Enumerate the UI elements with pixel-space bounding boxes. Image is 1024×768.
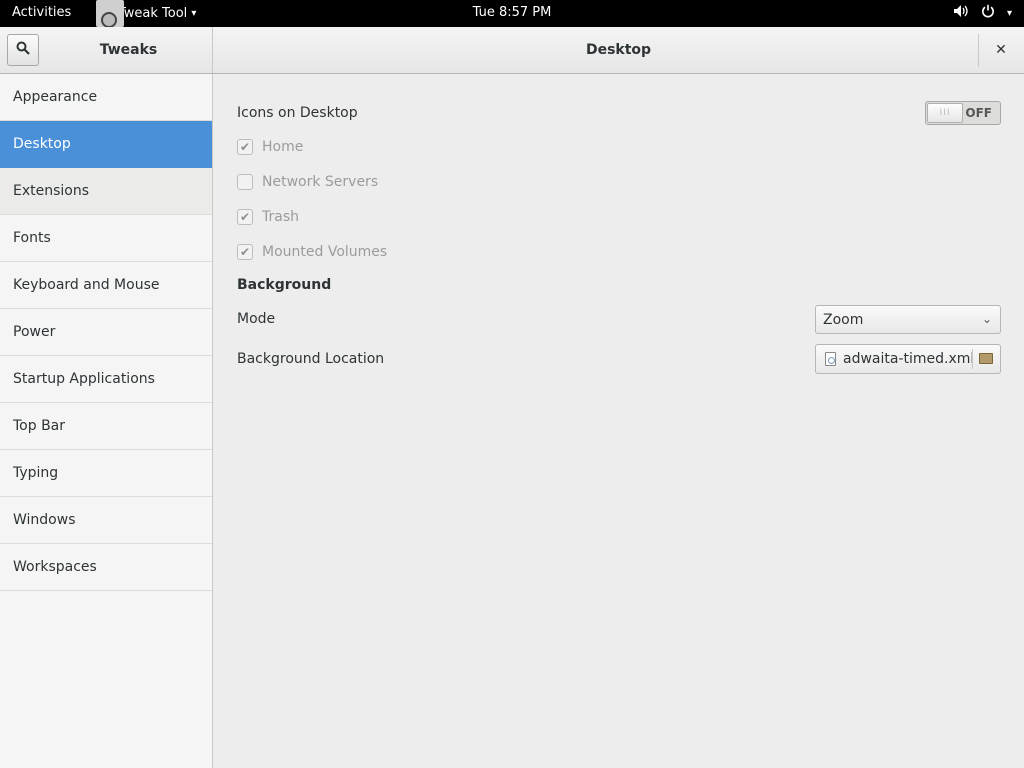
sidebar-title: Tweaks [99,42,158,58]
app-menu[interactable]: Tweak Tool ▾ [96,0,197,28]
checkbox-label: Home [262,139,304,155]
main-panel: Icons on Desktop III OFF ✔ Home Network … [214,74,1024,768]
sidebar-item-windows[interactable]: Windows [0,497,212,544]
clock[interactable]: Tue 8:57 PM [473,5,552,20]
file-chooser-divider [972,349,973,369]
sidebar-item-label: Keyboard and Mouse [13,277,160,293]
checkmark-icon: ✔ [239,210,251,224]
sidebar-header: Tweaks [0,27,213,73]
network-servers-checkbox-row[interactable]: Network Servers [237,174,378,190]
mounted-volumes-checkbox-row[interactable]: ✔ Mounted Volumes [237,244,387,260]
header-bar: Tweaks Desktop ✕ [0,27,1024,74]
chevron-down-icon: ⌄ [981,312,992,326]
power-icon [981,4,995,22]
checkmark-icon: ✔ [239,140,251,154]
icons-on-desktop-switch[interactable]: III OFF [925,101,1001,125]
sidebar-item-desktop[interactable]: Desktop [0,121,212,168]
background-location-label: Background Location [237,351,385,367]
checkbox-label: Network Servers [262,174,379,190]
close-icon: ✕ [995,42,1007,58]
status-menu-arrow-icon: ▾ [1006,7,1012,19]
switch-state: OFF [965,106,992,120]
checkbox-label: Mounted Volumes [262,244,388,260]
background-location-file-chooser[interactable]: adwaita-timed.xml [815,344,1001,374]
trash-checkbox[interactable]: ✔ [237,209,253,225]
sidebar-item-label: Extensions [13,183,90,199]
search-icon [16,41,30,59]
icons-on-desktop-label: Icons on Desktop [237,105,358,121]
sidebar-item-label: Startup Applications [13,371,155,387]
file-icon [825,352,836,366]
home-checkbox[interactable]: ✔ [237,139,253,155]
sidebar-item-label: Fonts [13,230,51,246]
trash-checkbox-row[interactable]: ✔ Trash [237,209,299,225]
search-button[interactable] [7,34,39,66]
tweak-tool-app-icon [96,0,124,28]
mode-label: Mode [237,311,276,327]
network-servers-checkbox[interactable] [237,174,253,190]
checkbox-label: Trash [262,209,299,225]
app-menu-arrow-icon: ▾ [191,8,197,19]
app-menu-label: Tweak Tool [118,6,188,21]
sidebar-item-workspaces[interactable]: Workspaces [0,544,212,591]
sidebar-item-power[interactable]: Power [0,309,212,356]
sidebar-item-label: Top Bar [13,418,66,434]
mode-value: Zoom [823,311,864,328]
sidebar-item-label: Power [13,324,56,340]
sidebar: Appearance Desktop Extensions Fonts Keyb… [0,74,213,768]
sidebar-item-label: Windows [13,512,76,528]
sidebar-item-fonts[interactable]: Fonts [0,215,212,262]
sidebar-item-top-bar[interactable]: Top Bar [0,403,212,450]
sidebar-item-label: Appearance [13,89,98,105]
folder-icon [979,353,993,364]
sidebar-item-startup-applications[interactable]: Startup Applications [0,356,212,403]
home-checkbox-row[interactable]: ✔ Home [237,139,303,155]
sidebar-item-label: Desktop [13,136,71,152]
sidebar-item-label: Typing [13,465,59,481]
sidebar-item-typing[interactable]: Typing [0,450,212,497]
header-separator [978,34,979,67]
sidebar-item-label: Workspaces [13,559,97,575]
page-title: Desktop [585,42,652,58]
background-location-value: adwaita-timed.xml [843,351,975,367]
system-status-menu[interactable]: ▾ [953,4,1012,22]
checkmark-icon: ✔ [239,245,251,259]
speaker-icon [953,4,969,22]
mode-dropdown[interactable]: Zoom ⌄ [815,305,1001,334]
sidebar-item-extensions[interactable]: Extensions [0,168,212,215]
activities-button[interactable]: Activities [12,5,71,20]
top-bar: Activities Tweak Tool ▾ Tue 8:57 PM ▾ [0,0,1024,28]
sidebar-item-keyboard-and-mouse[interactable]: Keyboard and Mouse [0,262,212,309]
background-section-heading: Background [237,277,332,293]
mounted-volumes-checkbox[interactable]: ✔ [237,244,253,260]
switch-knob: III [927,103,963,123]
sidebar-item-appearance[interactable]: Appearance [0,74,212,121]
close-button[interactable]: ✕ [990,39,1012,61]
